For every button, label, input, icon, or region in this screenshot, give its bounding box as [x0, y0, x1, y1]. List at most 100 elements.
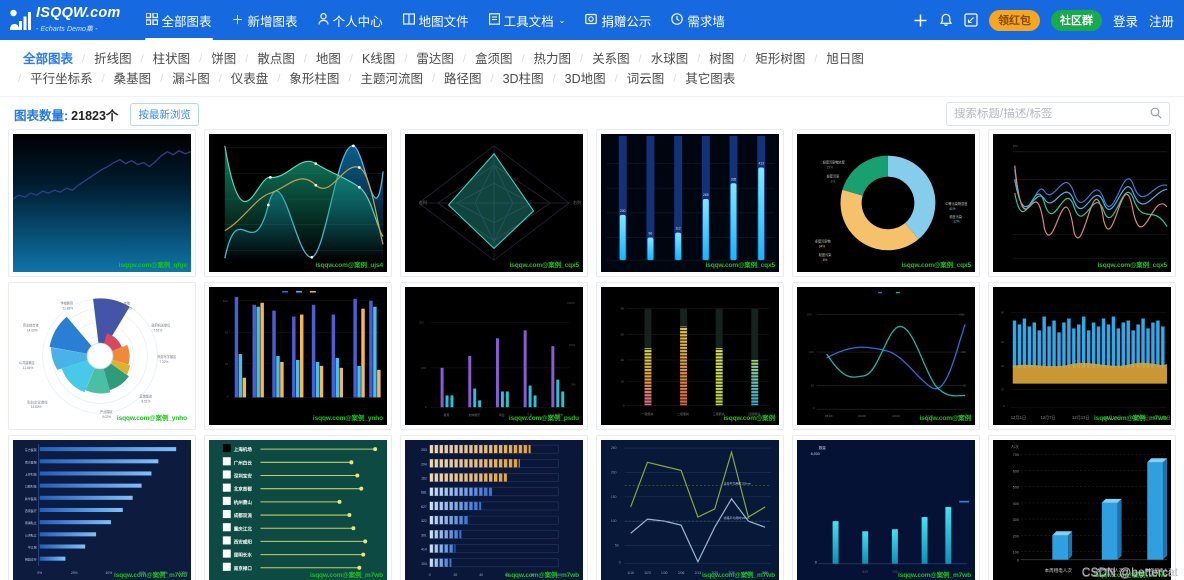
category-all-charts[interactable]: 全部图表 [14, 49, 82, 69]
nav-item-tool-docs[interactable]: 工具文档 ⌄ [480, 0, 575, 40]
card-watermark: isqqw.com@案例 [920, 412, 972, 422]
category-pie[interactable]: 饼图 [202, 49, 245, 69]
category-others[interactable]: 其它图表 [676, 69, 744, 89]
svg-text:12月7日: 12月7日 [1040, 415, 1055, 420]
svg-text:80: 80 [1001, 311, 1005, 315]
category-line[interactable]: 折线图 [85, 49, 141, 69]
nav-item-all-charts[interactable]: 全部图表 [137, 0, 221, 40]
search-input[interactable] [954, 108, 1150, 120]
app-header: ISQQW.com - Echarts Demo集 - 全部图表 ＋ 新增图表 … [0, 0, 1184, 40]
category-lines[interactable]: 路径图 [435, 69, 491, 89]
login-link[interactable]: 登录 [1113, 11, 1138, 30]
category-sankey[interactable]: 桑基图 [105, 69, 161, 89]
category-map3d[interactable]: 3D地图 [556, 69, 615, 89]
chart-thumbnail: 当日平均用时155min 线路平均用时90min 250200150 10050… [601, 440, 779, 580]
chart-card[interactable]: 数量6,0000 829195 isqqw.com@案例_m7wb [792, 435, 980, 580]
category-row-1: 全部图表 / 折线图 / 柱状图 / 饼图 / 散点图 / 地图 / K线图 /… [14, 49, 1170, 69]
chart-card[interactable]: 20090112 265335413 isqqw.com@案例_cqx5 [596, 129, 784, 277]
svg-text:200: 200 [959, 313, 964, 317]
chart-grid-row-2: 学校教育22.83% 其他5.49% 政府机关单位7.51% 商务写字楼区7.3… [0, 282, 1184, 430]
category-graph[interactable]: 关系图 [583, 49, 639, 69]
svg-text:公济私立: 公济私立 [25, 532, 37, 537]
search-icon[interactable] [1150, 107, 1162, 122]
chart-card[interactable]: 806040200 12月1日12月7日12月13日 12月19日12月25日1… [988, 282, 1176, 430]
chart-card[interactable]: isqqw.com@案例_qfgv [8, 129, 196, 277]
chart-card[interactable]: 东方医院南方医院上环科技 口腔科技新华医院西南医疗 南湖私立公济私立平江院明园诊… [8, 435, 196, 580]
category-sunburst[interactable]: 旭日图 [817, 49, 873, 69]
svg-text:14.80%: 14.80% [31, 405, 42, 409]
category-pictorialbar[interactable]: 象形柱图 [280, 69, 348, 89]
chart-card[interactable]: 10060300 isqqw.com@案例_ynho [204, 282, 392, 430]
category-themeriver[interactable]: 主题河流图 [351, 69, 432, 89]
nav-item-donations[interactable]: 捐赠公示 [576, 0, 660, 40]
svg-text:200: 200 [807, 313, 812, 317]
svg-text:杭州萧山: 杭州萧山 [234, 499, 253, 506]
chart-card[interactable]: 左列 右列 isqqw.com@案例_cqx5 [400, 129, 588, 277]
nav-item-new-chart[interactable]: ＋ 新增图表 [223, 0, 307, 40]
category-radar[interactable]: 雷达图 [407, 49, 463, 69]
svg-text:829: 829 [862, 570, 868, 574]
register-link[interactable]: 注册 [1149, 11, 1174, 30]
grid-icon [146, 13, 158, 27]
svg-text:203: 203 [421, 448, 427, 452]
bar-chart-logo-icon [8, 8, 32, 32]
chart-card[interactable]: 200100500 20010050 05:0009:0013:0017:002… [792, 282, 980, 430]
card-watermark: isqqw.com@案例_m7wb [506, 569, 579, 579]
doc-icon [489, 13, 500, 27]
redpacket-button[interactable]: 领红包 [989, 10, 1040, 31]
category-bar3d[interactable]: 3D柱图 [494, 69, 553, 89]
nav-item-request-wall[interactable]: 需求墙 [662, 0, 734, 40]
svg-text:0: 0 [619, 561, 621, 565]
expand-icon[interactable] [964, 13, 978, 27]
svg-text:西安咸阳: 西安咸阳 [234, 538, 253, 545]
category-wordcloud[interactable]: 词云图 [618, 69, 674, 89]
search-box[interactable] [946, 102, 1170, 126]
svg-text:20: 20 [621, 380, 625, 384]
category-treemap[interactable]: 矩形树图 [746, 49, 814, 69]
category-funnel[interactable]: 漏斗图 [163, 69, 219, 89]
svg-text:90: 90 [649, 232, 653, 236]
clock-icon [671, 13, 683, 27]
svg-text:0: 0 [623, 403, 625, 407]
sort-by-latest-button[interactable]: 按最新浏览 [130, 103, 199, 126]
category-parallel[interactable]: 平行坐标系 [21, 69, 102, 89]
nav-label: 全部图表 [162, 11, 212, 30]
category-boxplot[interactable]: 盒须图 [466, 49, 522, 69]
card-watermark: isqqw.com@案例_cqx5 [706, 259, 775, 269]
category-liquidfill[interactable]: 水球图 [642, 49, 698, 69]
nav-item-map-files[interactable]: 地图文件 [394, 0, 478, 40]
svg-text:50: 50 [963, 384, 967, 388]
chart-card[interactable]: 学校教育22.83% 其他5.49% 政府机关单位7.51% 商务写字楼区7.3… [8, 282, 196, 430]
chart-thumbnail: 东方医院南方医院上环科技 口腔科技新华医院西南医疗 南湖私立公济私立平江院明园诊… [13, 440, 191, 580]
chart-thumbnail: 20090112 265335413 isqqw.com@案例_cqx5 [601, 134, 779, 272]
chart-thumbnail: 10060300 isqqw.com@案例_ynho [209, 287, 387, 425]
chart-card[interactable]: 轻度污染物浓度25% 轻度污染8% 中等污染物浓度41% 重度污染12% 重度污… [792, 129, 980, 277]
category-kline[interactable]: K线图 [353, 49, 404, 69]
category-map[interactable]: 地图 [307, 49, 350, 69]
category-scatter[interactable]: 散点图 [248, 49, 304, 69]
community-group-button[interactable]: 社区群 [1051, 10, 1102, 31]
chart-card[interactable]: 人/次 700600500 400300200 1000 本周租电人次本月租电人… [988, 435, 1176, 580]
plus-icon[interactable] [913, 13, 928, 28]
category-heatmap[interactable]: 热力图 [525, 49, 581, 69]
chart-thumbnail: 左列 右列 isqqw.com@案例_cqx5 [405, 134, 583, 272]
svg-text:100%: 100% [567, 301, 575, 305]
category-bar[interactable]: 柱状图 [144, 49, 200, 69]
chart-card[interactable]: 2001000 100%50%0% 教育文体娱乐商业工业公共服务 isqqw.c… [400, 282, 588, 430]
bell-icon[interactable] [939, 13, 953, 28]
chart-card[interactable]: 806040200 一级能耗二级能耗三级能耗四级能耗 isqqw.com@案例 [596, 282, 784, 430]
category-gauge[interactable]: 仪表盘 [222, 69, 278, 89]
svg-text:线路平均用时90min: 线路平均用时90min [724, 515, 750, 520]
chart-card[interactable]: 100 isqqw.com@案例_cqx5 [988, 129, 1176, 277]
nav-item-profile[interactable]: 个人中心 [309, 0, 392, 40]
svg-text:265: 265 [703, 193, 709, 197]
chart-card[interactable]: isqqw.com@案例_ujs4 [204, 129, 392, 277]
chart-card[interactable]: 203204162 681627322 301414104 02040 6080… [400, 435, 588, 580]
svg-text:口腔科技: 口腔科技 [25, 484, 37, 489]
svg-text:50: 50 [615, 543, 619, 547]
category-tree[interactable]: 树图 [700, 49, 743, 69]
chart-card[interactable]: 当日平均用时155min 线路平均用时90min 250200150 10050… [596, 435, 784, 580]
svg-text:80: 80 [621, 307, 625, 311]
chart-card[interactable]: 上海机场广州白云深圳宝安 北京首都杭州萧山成都双流 重庆江北西安咸阳昆明长水 南… [204, 435, 392, 580]
site-logo[interactable]: ISQQW.com - Echarts Demo集 - [6, 0, 131, 40]
